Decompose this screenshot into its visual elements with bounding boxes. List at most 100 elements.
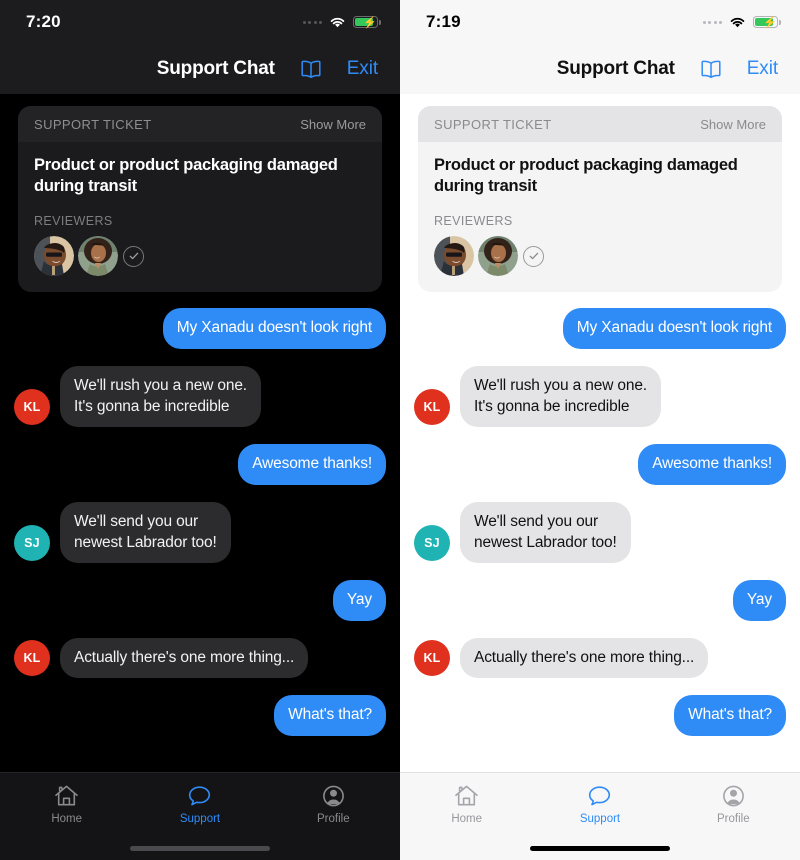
scroll-content: SUPPORT TICKET Show More Product or produc… — [400, 94, 800, 772]
chat-message-list: My Xanadu doesn't look right KL We'll rush… — [400, 292, 800, 758]
nav-bar: Support Chat Exit — [400, 44, 800, 94]
message-row: My Xanadu doesn't look right — [414, 308, 786, 349]
message-bubble[interactable]: My Xanadu doesn't look right — [562, 308, 786, 349]
message-row: Yay — [14, 580, 386, 621]
check-circle-icon — [123, 245, 144, 267]
message-avatar[interactable]: KL — [14, 389, 50, 426]
message-row: KL We'll rush you a new one. It's gonna b… — [414, 365, 786, 428]
message-avatar[interactable]: SJ — [414, 525, 450, 562]
tab-item-home[interactable]: Home — [400, 773, 533, 860]
message-bubble[interactable]: Awesome thanks! — [638, 444, 786, 485]
message-row: SJ We'll send you our newest Labrador too… — [414, 501, 786, 564]
message-avatar[interactable]: SJ — [14, 525, 50, 562]
ticket-card-body: Product or product packaging damaged dur… — [418, 142, 782, 292]
nav-bar: Support Chat Exit — [0, 44, 400, 94]
message-bubble[interactable]: Awesome thanks! — [238, 444, 386, 485]
show-more-button[interactable]: Show More — [300, 117, 366, 132]
status-bar: 7:19 ⚡ — [400, 0, 800, 44]
message-row: KL Actually there's one more thing... — [414, 637, 786, 679]
page-title: Support Chat — [156, 58, 275, 79]
signal-dots-icon — [302, 20, 322, 24]
message-bubble[interactable]: We'll rush you a new one. It's gonna be … — [460, 365, 661, 428]
reviewer-avatar-2[interactable] — [78, 236, 118, 277]
ticket-title: Product or product packaging damaged dur… — [34, 156, 338, 196]
message-bubble[interactable]: Yay — [332, 580, 386, 621]
message-bubble[interactable]: We'll rush you a new one. It's gonna be … — [60, 365, 261, 428]
show-more-button[interactable]: Show More — [700, 117, 766, 132]
battery-charging-icon: ⚡ — [353, 16, 381, 29]
status-indicators: ⚡ — [702, 16, 781, 29]
message-row: KL Actually there's one more thing... — [14, 637, 386, 679]
message-row: What's that? — [14, 695, 386, 736]
chat-message-list: My Xanadu doesn't look right KL We'll rush… — [0, 292, 400, 758]
book-icon[interactable] — [299, 58, 323, 80]
book-icon[interactable] — [699, 58, 723, 80]
message-bubble[interactable]: What's that? — [274, 695, 386, 736]
tab-label: Support — [579, 813, 621, 825]
tab-label: Profile — [717, 813, 750, 825]
wifi-icon — [329, 16, 346, 28]
ticket-title: Product or product packaging damaged dur… — [434, 156, 738, 196]
ticket-card-header: SUPPORT TICKET Show More — [18, 106, 382, 142]
message-bubble[interactable]: Actually there's one more thing... — [60, 637, 309, 679]
person-circle-icon — [720, 782, 747, 810]
support-ticket-card[interactable]: SUPPORT TICKET Show More Product or produc… — [418, 106, 782, 293]
tab-label: Profile — [317, 813, 350, 825]
tab-label: Home — [451, 813, 482, 825]
tab-label: Home — [51, 813, 82, 825]
home-icon — [453, 782, 480, 810]
message-bubble[interactable]: My Xanadu doesn't look right — [162, 308, 386, 349]
message-bubble[interactable]: We'll send you our newest Labrador too! — [460, 501, 631, 564]
reviewers-row — [34, 236, 366, 277]
chat-bubble-icon — [586, 782, 613, 810]
phone-dark: 7:20 ⚡ Support Chat Exit SUPPORT TICKET Show … — [0, 0, 400, 860]
home-indicator[interactable] — [130, 846, 270, 851]
home-icon — [53, 782, 80, 810]
exit-button[interactable]: Exit — [747, 58, 778, 80]
reviewers-label: REVIEWERS — [34, 214, 113, 229]
exit-button[interactable]: Exit — [347, 58, 378, 80]
message-avatar[interactable]: KL — [14, 640, 50, 677]
tab-item-home[interactable]: Home — [0, 773, 133, 860]
person-circle-icon — [320, 782, 347, 810]
message-avatar[interactable]: KL — [414, 389, 450, 426]
signal-dots-icon — [702, 20, 722, 24]
reviewer-avatar-1[interactable] — [34, 236, 74, 277]
reviewers-label: REVIEWERS — [434, 214, 513, 229]
reviewer-avatar-1[interactable] — [434, 236, 474, 277]
tab-item-profile[interactable]: Profile — [267, 773, 400, 860]
dual-phone-comparison: 7:20 ⚡ Support Chat Exit SUPPORT TICKET Show … — [0, 0, 800, 860]
chat-bubble-icon — [186, 782, 213, 810]
message-row: KL We'll rush you a new one. It's gonna b… — [14, 365, 386, 428]
message-row: What's that? — [414, 695, 786, 736]
message-bubble[interactable]: We'll send you our newest Labrador too! — [60, 501, 231, 564]
check-circle-icon — [523, 245, 544, 267]
scroll-content: SUPPORT TICKET Show More Product or produc… — [0, 94, 400, 772]
tab-item-profile[interactable]: Profile — [667, 773, 800, 860]
home-indicator[interactable] — [530, 846, 670, 851]
reviewers-row — [434, 236, 766, 277]
status-bar: 7:20 ⚡ — [0, 0, 400, 44]
wifi-icon — [729, 16, 746, 28]
ticket-kicker-label: SUPPORT TICKET — [434, 117, 552, 132]
message-row: Awesome thanks! — [14, 444, 386, 485]
tab-bar: Home Support Profile — [0, 772, 400, 860]
message-bubble[interactable]: What's that? — [674, 695, 786, 736]
reviewer-avatar-2[interactable] — [478, 236, 518, 277]
tab-label: Support — [179, 813, 221, 825]
message-bubble[interactable]: Actually there's one more thing... — [460, 637, 709, 679]
tab-bar: Home Support Profile — [400, 772, 800, 860]
status-time: 7:20 — [26, 12, 61, 31]
message-row: Yay — [414, 580, 786, 621]
message-bubble[interactable]: Yay — [732, 580, 786, 621]
support-ticket-card[interactable]: SUPPORT TICKET Show More Product or produc… — [18, 106, 382, 293]
page-title: Support Chat — [556, 58, 675, 79]
status-indicators: ⚡ — [302, 16, 381, 29]
battery-charging-icon: ⚡ — [753, 16, 781, 29]
message-avatar[interactable]: KL — [414, 640, 450, 677]
message-row: SJ We'll send you our newest Labrador too… — [14, 501, 386, 564]
status-time: 7:19 — [426, 12, 461, 31]
ticket-kicker-label: SUPPORT TICKET — [34, 117, 152, 132]
message-row: Awesome thanks! — [414, 444, 786, 485]
ticket-card-body: Product or product packaging damaged dur… — [18, 142, 382, 292]
